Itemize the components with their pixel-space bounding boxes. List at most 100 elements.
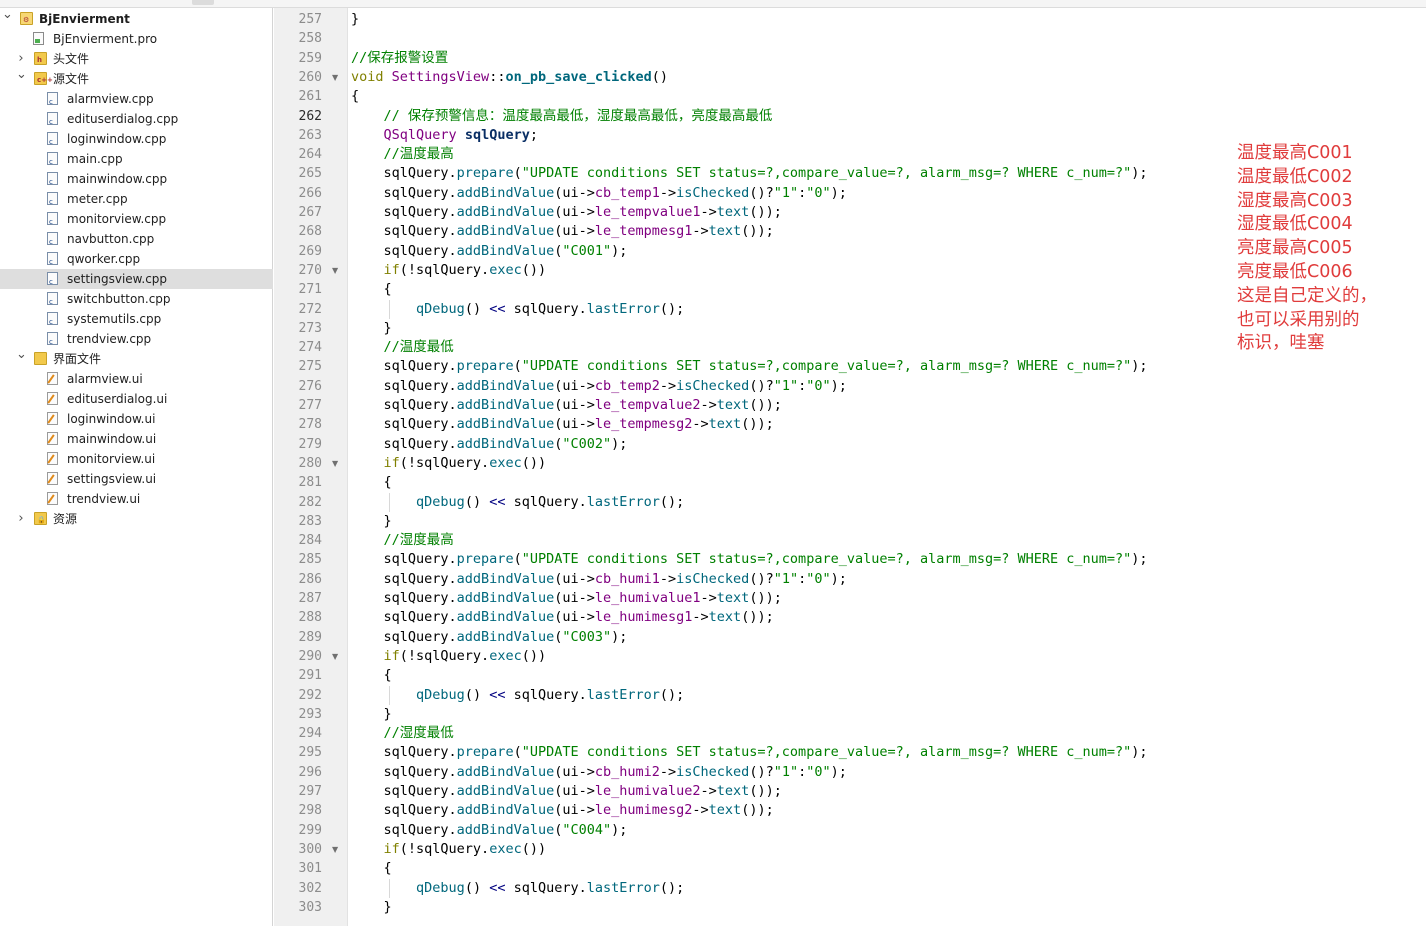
code-line[interactable]: sqlQuery.addBindValue("C001"); (351, 242, 628, 261)
fold-toggle-icon[interactable]: ▼ (332, 647, 338, 666)
code-line[interactable]: qDebug() << sqlQuery.lastError(); (351, 879, 684, 898)
tree-item[interactable]: loginwindow.cpp (0, 129, 273, 149)
code-token: addBindValue (456, 590, 555, 606)
tree-item[interactable]: › 🔒 资源 (0, 509, 273, 529)
code-line[interactable]: sqlQuery.prepare("UPDATE conditions SET … (351, 164, 1148, 183)
code-line[interactable]: { (351, 859, 392, 878)
code-line[interactable]: sqlQuery.addBindValue("C002"); (351, 435, 628, 454)
code-token: ()); (749, 204, 782, 220)
tree-item[interactable]: › h 头文件 (0, 49, 273, 69)
chevron-down-icon[interactable]: ⌄ (2, 5, 13, 25)
code-token: : (798, 377, 807, 394)
code-line[interactable]: //保存报警设置 (351, 49, 448, 68)
fold-toggle-icon[interactable]: ▼ (332, 840, 338, 859)
code-line[interactable]: } (351, 10, 359, 29)
code-line[interactable]: QSqlQuery sqlQuery; (351, 126, 538, 145)
tree-item[interactable]: switchbutton.cpp (0, 289, 273, 309)
code-line[interactable]: sqlQuery.addBindValue("C003"); (351, 628, 628, 647)
code-line[interactable]: sqlQuery.prepare("UPDATE conditions SET … (351, 550, 1148, 569)
line-number: 303 (298, 899, 322, 915)
code-line[interactable]: sqlQuery.prepare("UPDATE conditions SET … (351, 357, 1148, 376)
tree-item[interactable]: mainwindow.cpp (0, 169, 273, 189)
code-line[interactable]: qDebug() << sqlQuery.lastError(); (351, 493, 684, 512)
code-line[interactable]: void SettingsView::on_pb_save_clicked() (351, 68, 668, 87)
code-line[interactable]: sqlQuery.addBindValue(ui->le_humimesg1->… (351, 608, 774, 627)
code-line[interactable]: } (351, 898, 392, 917)
code-line[interactable]: sqlQuery.addBindValue(ui->le_humivalue2-… (351, 782, 782, 801)
code-line[interactable]: } (351, 319, 392, 338)
code-line[interactable]: //湿度最低 (351, 724, 454, 743)
code-token: (); (659, 879, 685, 896)
tree-item[interactable]: monitorview.ui (0, 449, 273, 469)
code-line[interactable]: sqlQuery.addBindValue(ui->cb_humi2->isCh… (351, 763, 847, 782)
code-line[interactable]: // 保存预警信息：温度最高最低，湿度最高最低，亮度最高最低 (351, 107, 773, 126)
code-line[interactable]: { (351, 473, 392, 492)
tree-item[interactable]: qworker.cpp (0, 249, 273, 269)
cpp-file-icon (47, 332, 58, 347)
code-token: cb_humi1 (594, 570, 660, 587)
tree-item[interactable]: alarmview.cpp (0, 89, 273, 109)
tree-item[interactable]: alarmview.ui (0, 369, 273, 389)
code-token: ); (1131, 165, 1148, 182)
tree-item[interactable]: trendview.cpp (0, 329, 273, 349)
code-line[interactable]: qDebug() << sqlQuery.lastError(); (351, 686, 684, 705)
code-line[interactable]: //温度最低 (351, 338, 454, 357)
tree-item[interactable]: BjEnvierment.pro (0, 29, 273, 49)
code-line[interactable]: sqlQuery.addBindValue(ui->cb_temp1->isCh… (351, 184, 847, 203)
tree-item[interactable]: monitorview.cpp (0, 209, 273, 229)
code-line[interactable]: { (351, 280, 392, 299)
code-line[interactable]: //温度最高 (351, 145, 454, 164)
code-token: -> (692, 609, 709, 626)
code-token: { (351, 667, 392, 684)
fold-toggle-icon[interactable]: ▼ (332, 68, 338, 87)
tree-item[interactable]: settingsview.ui (0, 469, 273, 489)
code-token: ()); (749, 783, 782, 799)
tree-item[interactable]: ⌄ ⚙ BjEnvierment (0, 7, 273, 29)
code-token: cb_temp1 (594, 184, 660, 201)
code-line[interactable]: sqlQuery.addBindValue(ui->le_tempmesg1->… (351, 222, 774, 241)
tree-item[interactable]: ⌄ c++ 源文件 (0, 67, 273, 89)
line-number: 259 (298, 50, 322, 66)
line-number: 275 (298, 359, 322, 375)
tree-item[interactable]: loginwindow.ui (0, 409, 273, 429)
chevron-down-icon[interactable]: ⌄ (16, 345, 27, 365)
code-line[interactable]: qDebug() << sqlQuery.lastError(); (351, 300, 684, 319)
tree-item[interactable]: edituserdialog.cpp (0, 109, 273, 129)
tree-item[interactable]: mainwindow.ui (0, 429, 273, 449)
code-line[interactable]: } (351, 705, 392, 724)
tree-item[interactable]: navbutton.cpp (0, 229, 273, 249)
project-file-icon (33, 32, 44, 45)
tree-item[interactable]: meter.cpp (0, 189, 273, 209)
code-token: qDebug (416, 879, 465, 896)
splitter-handle[interactable] (192, 0, 214, 5)
code-line[interactable]: if(!sqlQuery.exec()) (351, 647, 547, 666)
code-line[interactable]: { (351, 87, 359, 106)
code-line[interactable]: sqlQuery.addBindValue(ui->cb_humi1->isCh… (351, 570, 847, 589)
chevron-right-icon[interactable]: › (16, 509, 26, 529)
line-number: 278 (298, 417, 322, 433)
tree-item[interactable]: main.cpp (0, 149, 273, 169)
code-line[interactable]: if(!sqlQuery.exec()) (351, 840, 547, 859)
code-line[interactable]: } (351, 512, 392, 531)
fold-toggle-icon[interactable]: ▼ (332, 454, 338, 473)
tree-item[interactable]: trendview.ui (0, 489, 273, 509)
code-line[interactable]: sqlQuery.addBindValue(ui->le_tempvalue2-… (351, 396, 782, 415)
tree-item[interactable]: settingsview.cpp (0, 269, 273, 289)
code-line[interactable]: sqlQuery.addBindValue(ui->le_tempmesg2->… (351, 415, 774, 434)
code-line[interactable]: sqlQuery.addBindValue(ui->cb_temp2->isCh… (351, 377, 847, 396)
tree-item[interactable]: systemutils.cpp (0, 309, 273, 329)
code-token: addBindValue (456, 223, 555, 240)
fold-toggle-icon[interactable]: ▼ (332, 261, 338, 280)
code-line[interactable]: if(!sqlQuery.exec()) (351, 454, 547, 473)
code-line[interactable]: //湿度最高 (351, 531, 454, 550)
code-line[interactable]: if(!sqlQuery.exec()) (351, 261, 547, 280)
code-line[interactable]: sqlQuery.addBindValue("C004"); (351, 821, 628, 840)
code-line[interactable]: sqlQuery.addBindValue(ui->le_humimesg2->… (351, 801, 774, 820)
tree-item[interactable]: ⌄ 界面文件 (0, 347, 273, 369)
chevron-down-icon[interactable]: ⌄ (16, 65, 27, 85)
code-line[interactable]: sqlQuery.prepare("UPDATE conditions SET … (351, 743, 1148, 762)
code-line[interactable]: { (351, 666, 392, 685)
code-line[interactable]: sqlQuery.addBindValue(ui->le_tempvalue1-… (351, 203, 782, 222)
tree-item[interactable]: edituserdialog.ui (0, 389, 273, 409)
code-line[interactable]: sqlQuery.addBindValue(ui->le_humivalue1-… (351, 589, 782, 608)
